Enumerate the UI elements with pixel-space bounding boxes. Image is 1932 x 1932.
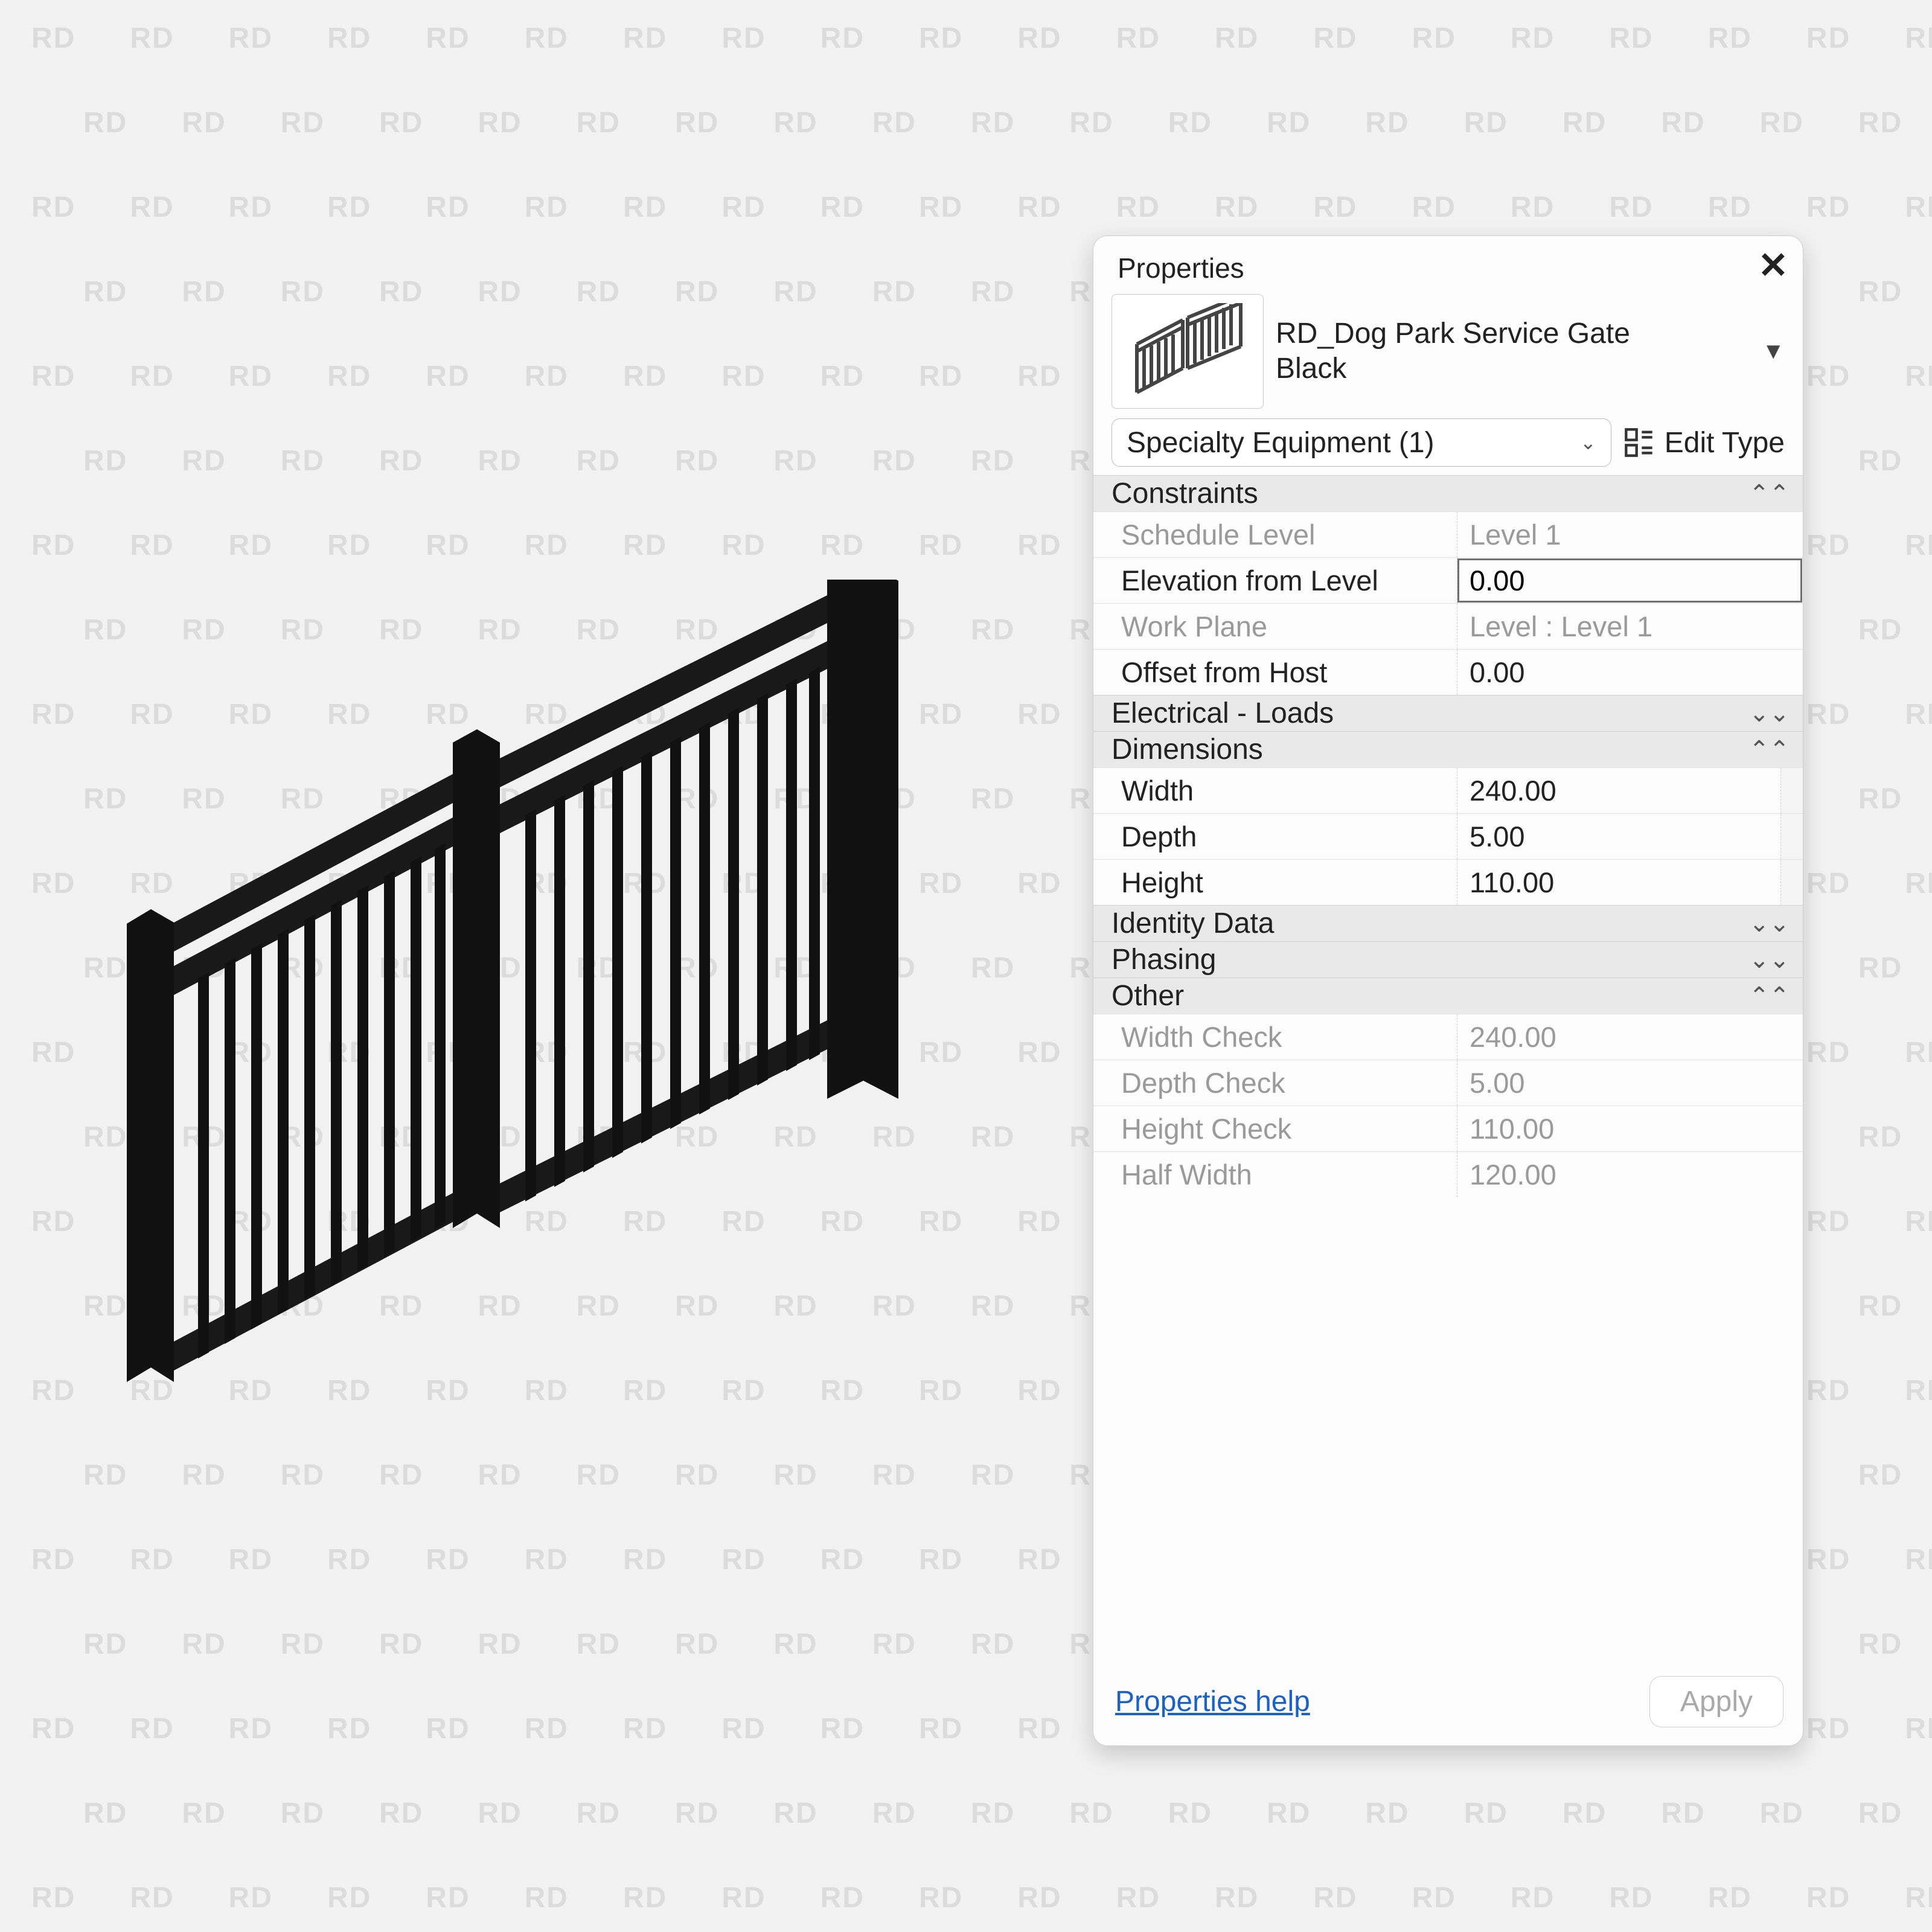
section-name: Dimensions [1112,733,1263,766]
section-header[interactable]: Phasing ⌄⌄ [1093,941,1803,977]
property-row[interactable]: Width240.00 [1093,767,1803,813]
section-header[interactable]: Constraints ⌃⌃ [1093,475,1803,511]
property-row[interactable]: Elevation from Level0.00 [1093,557,1803,603]
property-row[interactable]: Depth5.00 [1093,813,1803,859]
property-row[interactable]: Offset from Host0.00 [1093,649,1803,695]
chevron-down-icon: ⌄ [1580,431,1596,454]
instance-selector[interactable]: Specialty Equipment (1) ⌄ [1112,418,1611,467]
properties-panel: Properties ✕ RD_Dog Park Service Gate Bl… [1093,235,1803,1746]
family-type: Black [1276,351,1630,386]
instance-selector-label: Specialty Equipment (1) [1127,426,1435,459]
property-label: Depth Check [1093,1060,1457,1105]
section-name: Other [1112,979,1184,1012]
edit-type-icon [1623,427,1655,458]
apply-button[interactable]: Apply [1649,1676,1783,1727]
section-header[interactable]: Identity Data ⌄⌄ [1093,905,1803,941]
property-label: Height [1093,860,1457,905]
associate-parameter-button[interactable] [1780,860,1803,905]
panel-title: Properties [1093,236,1803,294]
section-name: Constraints [1112,477,1258,510]
property-value: 110.00 [1457,1106,1803,1151]
family-name: RD_Dog Park Service Gate [1276,316,1630,351]
collapse-icon[interactable]: ⌃⌃ [1749,982,1790,1010]
type-selector[interactable]: RD_Dog Park Service Gate Black ▼ [1093,294,1803,416]
collapse-icon[interactable]: ⌃⌃ [1749,736,1790,764]
section-header[interactable]: Other ⌃⌃ [1093,977,1803,1014]
property-value[interactable]: 240.00 [1457,768,1780,813]
property-row: Height Check110.00 [1093,1105,1803,1151]
section-name: Identity Data [1112,907,1274,940]
property-label: Work Plane [1093,604,1457,649]
edit-type-button[interactable]: Edit Type [1623,426,1785,459]
associate-parameter-button[interactable] [1780,814,1803,859]
edit-type-label: Edit Type [1665,426,1785,459]
collapse-icon[interactable]: ⌃⌃ [1749,480,1790,508]
property-row: Width Check240.00 [1093,1014,1803,1060]
property-value: 5.00 [1457,1060,1803,1105]
property-label: Height Check [1093,1106,1457,1151]
property-label: Half Width [1093,1152,1457,1197]
property-label: Offset from Host [1093,650,1457,695]
property-value: Level 1 [1457,512,1803,557]
property-value[interactable]: 0.00 [1457,650,1803,695]
expand-icon[interactable]: ⌄⌄ [1749,946,1790,974]
property-row: Work PlaneLevel : Level 1 [1093,603,1803,649]
close-icon[interactable]: ✕ [1758,245,1788,287]
property-value: Level : Level 1 [1457,604,1803,649]
section-name: Electrical - Loads [1112,697,1334,730]
property-label: Schedule Level [1093,512,1457,557]
associate-parameter-button[interactable] [1780,768,1803,813]
property-label: Depth [1093,814,1457,859]
section-header[interactable]: Dimensions ⌃⌃ [1093,731,1803,767]
type-thumbnail [1112,294,1264,409]
property-row: Depth Check5.00 [1093,1060,1803,1105]
section-name: Phasing [1112,943,1216,976]
model-viewport[interactable] [127,580,912,1395]
property-label: Width [1093,768,1457,813]
property-value[interactable]: 0.00 [1457,558,1803,603]
section-header[interactable]: Electrical - Loads ⌄⌄ [1093,695,1803,731]
type-dropdown-icon[interactable]: ▼ [1762,339,1785,365]
property-value[interactable]: 5.00 [1457,814,1780,859]
property-value: 120.00 [1457,1152,1803,1197]
property-value: 240.00 [1457,1014,1803,1060]
property-label: Width Check [1093,1014,1457,1060]
property-row: Half Width120.00 [1093,1151,1803,1197]
property-label: Elevation from Level [1093,558,1457,603]
expand-icon[interactable]: ⌄⌄ [1749,910,1790,938]
property-row[interactable]: Height110.00 [1093,859,1803,905]
expand-icon[interactable]: ⌄⌄ [1749,700,1790,728]
property-value[interactable]: 110.00 [1457,860,1780,905]
property-row: Schedule LevelLevel 1 [1093,511,1803,557]
properties-help-link[interactable]: Properties help [1115,1685,1310,1718]
